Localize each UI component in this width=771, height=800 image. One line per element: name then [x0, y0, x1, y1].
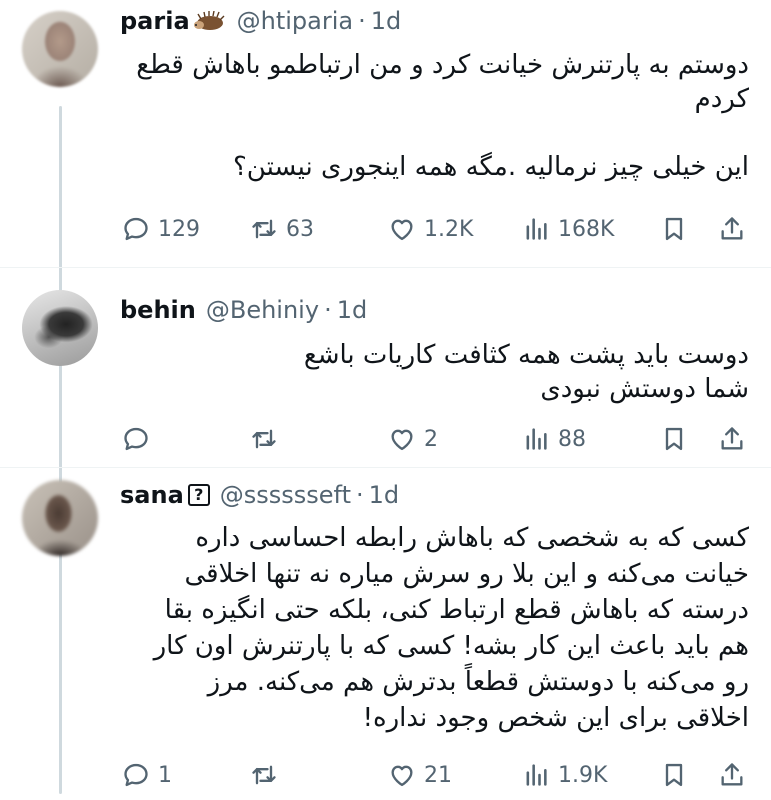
heart-icon [391, 219, 413, 241]
handle[interactable]: @Behiniy [206, 296, 319, 324]
views-icon [526, 428, 547, 450]
reply-icon [124, 427, 148, 451]
share-icon [721, 427, 743, 450]
reply-count: 1 [158, 762, 172, 788]
like-count: 2 [424, 426, 438, 452]
bookmark-icon [665, 217, 683, 241]
display-name[interactable]: behin [120, 296, 196, 324]
bookmark-button[interactable] [660, 423, 688, 455]
tweet-header: paria @htiparia · 1d [120, 6, 401, 36]
tweet-header: sana ? @sssssseft · 1d [120, 480, 399, 510]
tweet-header: behin @Behiniy · 1d [120, 295, 367, 325]
retweet-icon [252, 219, 276, 239]
bookmark-button[interactable] [660, 759, 688, 791]
view-count: 1.9K [558, 762, 608, 788]
reply-icon [124, 763, 148, 787]
share-icon [721, 763, 743, 786]
share-button[interactable] [718, 423, 746, 455]
views-button[interactable]: 168K [522, 213, 614, 245]
views-button[interactable]: 88 [522, 423, 586, 455]
like-button[interactable]: 2 [388, 423, 438, 455]
display-name[interactable]: paria [120, 7, 190, 35]
avatar[interactable] [22, 480, 98, 556]
reply-button[interactable] [122, 423, 158, 455]
like-button[interactable]: 1.2K [388, 213, 473, 245]
view-count: 88 [558, 426, 586, 452]
retweet-count: 63 [286, 216, 314, 242]
bookmark-icon [665, 427, 683, 451]
view-count: 168K [558, 216, 615, 242]
avatar[interactable] [22, 11, 98, 87]
tweet-text: دوستم به پارتنرش خیانت کرد و من ارتباطمو… [136, 50, 749, 182]
reply-button[interactable]: 129 [122, 213, 200, 245]
share-icon [721, 217, 743, 240]
share-button[interactable] [718, 759, 746, 791]
like-count: 21 [424, 762, 452, 788]
timestamp[interactable]: 1d [369, 481, 400, 509]
tweet-1[interactable]: paria @htiparia · 1d دوستم به پارتنرش خی… [0, 0, 771, 260]
display-name[interactable]: sana [120, 481, 184, 509]
separator-dot: · [324, 296, 332, 324]
tweet-text: دوست باید پشت همه کثافت کاریات باشع شما … [303, 340, 749, 404]
bookmark-icon [665, 763, 683, 787]
handle[interactable]: @htiparia [237, 7, 353, 35]
separator-dot: · [358, 7, 366, 35]
views-icon [526, 764, 547, 786]
action-bar: 1 21 1.9K [120, 759, 750, 791]
retweet-button[interactable] [250, 423, 286, 455]
handle[interactable]: @sssssseft [220, 481, 351, 509]
tweet-text: کسی که به شخصی که باهاش رابطه احساسی دار… [153, 523, 749, 733]
retweet-button[interactable] [250, 759, 286, 791]
action-bar: 129 63 1.2K 168K [120, 213, 750, 245]
timestamp[interactable]: 1d [337, 296, 368, 324]
hedgehog-icon [193, 11, 225, 30]
retweet-button[interactable]: 63 [250, 213, 314, 245]
tweet-2[interactable]: behin @Behiniy · 1d دوست باید پشت همه کث… [0, 268, 771, 468]
retweet-icon [252, 765, 276, 785]
unknown-glyph-badge: ? [187, 484, 210, 506]
heart-icon [391, 765, 413, 787]
reply-icon [124, 217, 148, 241]
timestamp[interactable]: 1d [371, 7, 402, 35]
views-icon [526, 218, 547, 240]
like-count: 1.2K [424, 216, 474, 242]
tweet-3[interactable]: sana ? @sssssseft · 1d کسی که به شخصی که… [0, 468, 771, 800]
heart-icon [391, 429, 413, 451]
views-button[interactable]: 1.9K [522, 759, 607, 791]
like-button[interactable]: 21 [388, 759, 452, 791]
retweet-icon [252, 429, 276, 449]
share-button[interactable] [718, 213, 746, 245]
avatar[interactable] [22, 290, 98, 366]
action-bar: 2 88 [120, 423, 750, 455]
bookmark-button[interactable] [660, 213, 688, 245]
separator-dot: · [356, 481, 364, 509]
reply-count: 129 [158, 216, 200, 242]
reply-button[interactable]: 1 [122, 759, 172, 791]
